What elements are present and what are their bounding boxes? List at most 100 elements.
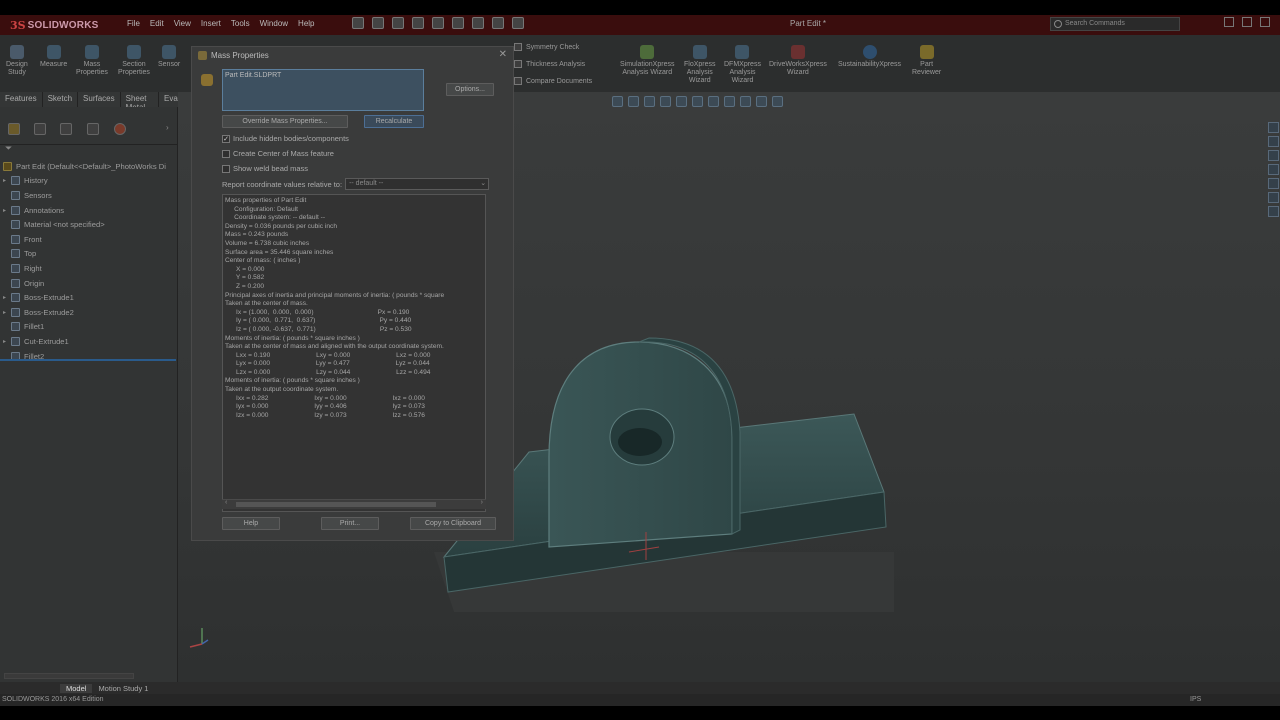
apply-scene-icon[interactable] xyxy=(756,96,767,107)
dimxpert-icon[interactable] xyxy=(87,123,99,135)
floxpress-button[interactable]: FloXpress Analysis Wizard xyxy=(684,45,716,85)
selected-item[interactable]: Part Edit.SLDPRT xyxy=(225,72,281,79)
tree-item-right-plane[interactable]: Right xyxy=(0,261,178,276)
dialog-title-bar[interactable]: Mass Properties xyxy=(192,47,513,65)
undo-icon[interactable] xyxy=(432,17,444,29)
file-explorer-icon[interactable] xyxy=(1267,150,1279,161)
display-style-icon[interactable] xyxy=(708,96,719,107)
tree-item-fillet2[interactable]: Fillet2 xyxy=(0,349,178,364)
appearances-icon[interactable] xyxy=(1267,178,1279,189)
chevron-right-icon[interactable]: › xyxy=(166,123,169,132)
view-orientation-icon[interactable] xyxy=(692,96,703,107)
symmetry-check-button[interactable]: Symmetry Check xyxy=(514,43,579,51)
select-icon[interactable] xyxy=(452,17,464,29)
zoom-to-fit-icon[interactable] xyxy=(612,96,623,107)
zoom-to-area-icon[interactable] xyxy=(628,96,639,107)
expand-icon[interactable]: ▸ xyxy=(3,177,9,184)
tree-item-front-plane[interactable]: Front xyxy=(0,232,178,247)
edit-appearance-icon[interactable] xyxy=(740,96,751,107)
minimize-icon[interactable] xyxy=(1224,17,1234,27)
tree-item-top-plane[interactable]: Top xyxy=(0,247,178,262)
override-mass-properties-button[interactable]: Override Mass Properties... xyxy=(222,115,348,128)
tab-motion-study-1[interactable]: Motion Study 1 xyxy=(92,684,154,693)
design-study-button[interactable]: Design Study xyxy=(6,45,28,77)
tree-item-origin[interactable]: Origin xyxy=(0,276,178,291)
options-gear-icon[interactable] xyxy=(512,17,524,29)
design-library-icon[interactable] xyxy=(1267,136,1279,147)
tree-item-boss-extrude2[interactable]: ▸ Boss-Extrude2 xyxy=(0,305,178,320)
print-icon[interactable] xyxy=(412,17,424,29)
restore-icon[interactable] xyxy=(1242,17,1252,27)
include-hidden-bodies-checkbox[interactable]: ✓ Include hidden bodies/components xyxy=(222,134,349,143)
menu-insert[interactable]: Insert xyxy=(196,19,226,28)
tree-item-boss-extrude1[interactable]: ▸ Boss-Extrude1 xyxy=(0,290,178,305)
selected-items-list[interactable]: Part Edit.SLDPRT xyxy=(222,69,424,111)
menu-tools[interactable]: Tools xyxy=(226,19,255,28)
hide-show-items-icon[interactable] xyxy=(724,96,735,107)
close-icon[interactable]: ✕ xyxy=(499,49,507,60)
recalculate-button[interactable]: Recalculate xyxy=(364,115,424,128)
tree-item-sensors[interactable]: Sensors xyxy=(0,188,178,203)
compare-documents-button[interactable]: Compare Documents xyxy=(514,77,592,85)
expand-icon[interactable]: ▸ xyxy=(3,309,9,316)
print-button[interactable]: Print... xyxy=(321,517,379,530)
tab-model[interactable]: Model xyxy=(60,683,93,693)
expand-icon[interactable]: ▸ xyxy=(3,338,9,345)
create-center-of-mass-checkbox[interactable]: Create Center of Mass feature xyxy=(222,149,334,158)
display-manager-icon[interactable] xyxy=(114,123,126,135)
options-button[interactable]: Options... xyxy=(446,83,494,96)
view-palette-icon[interactable] xyxy=(1267,164,1279,175)
sustainabilityxpress-button[interactable]: SustainabilityXpress xyxy=(838,45,901,69)
rollback-bar[interactable] xyxy=(0,359,176,361)
measure-button[interactable]: Measure xyxy=(40,45,67,69)
thickness-analysis-button[interactable]: Thickness Analysis xyxy=(514,60,585,68)
configuration-manager-icon[interactable] xyxy=(60,123,72,135)
save-icon[interactable] xyxy=(392,17,404,29)
help-button[interactable]: Help xyxy=(222,517,280,530)
tree-item-history[interactable]: ▸ History xyxy=(0,174,178,189)
mass-properties-button[interactable]: Mass Properties xyxy=(76,45,108,77)
property-manager-icon[interactable] xyxy=(34,123,46,135)
simulationxpress-button[interactable]: SimulationXpress Analysis Wizard xyxy=(620,45,674,77)
search-commands-input[interactable]: Search Commands xyxy=(1050,17,1180,31)
tree-item-material[interactable]: Material <not specified> xyxy=(0,217,178,232)
expand-icon[interactable]: ▸ xyxy=(3,294,9,301)
checkbox-icon[interactable] xyxy=(222,164,230,173)
tab-features[interactable]: Features xyxy=(0,92,43,107)
checkbox-checked-icon[interactable]: ✓ xyxy=(222,134,230,143)
dynamic-annotation-icon[interactable] xyxy=(676,96,687,107)
tab-sketch[interactable]: Sketch xyxy=(43,92,79,107)
scroll-right-icon[interactable]: › xyxy=(481,499,483,506)
expand-icon[interactable]: ▸ xyxy=(3,207,9,214)
close-icon[interactable] xyxy=(1260,17,1270,27)
section-view-icon[interactable] xyxy=(660,96,671,107)
view-settings-icon[interactable] xyxy=(772,96,783,107)
tree-item-cut-extrude1[interactable]: ▸ Cut-Extrude1 xyxy=(0,334,178,349)
feature-manager-icon[interactable] xyxy=(8,123,20,135)
3d-part-model[interactable] xyxy=(414,242,1134,682)
status-units[interactable]: IPS xyxy=(1190,694,1201,706)
results-horizontal-scrollbar[interactable]: ‹ › xyxy=(222,499,486,509)
dfmxpress-button[interactable]: DFMXpress Analysis Wizard xyxy=(724,45,761,85)
menu-help[interactable]: Help xyxy=(293,19,319,28)
tree-item-fillet1[interactable]: Fillet1 xyxy=(0,320,178,335)
scroll-thumb[interactable] xyxy=(236,502,436,507)
sensor-button[interactable]: Sensor xyxy=(158,45,180,69)
section-properties-button[interactable]: Section Properties xyxy=(118,45,150,77)
menu-file[interactable]: File xyxy=(122,19,145,28)
mass-properties-results[interactable]: Mass properties of Part Edit Configurati… xyxy=(222,194,486,512)
tree-item-annotations[interactable]: ▸ Annotations xyxy=(0,203,178,218)
show-weld-bead-mass-checkbox[interactable]: Show weld bead mass xyxy=(222,164,308,173)
forum-icon[interactable] xyxy=(1267,206,1279,217)
menu-view[interactable]: View xyxy=(169,19,196,28)
filter-icon[interactable]: ⏷ xyxy=(5,143,12,154)
checkbox-icon[interactable] xyxy=(222,149,230,158)
open-icon[interactable] xyxy=(372,17,384,29)
rebuild-icon[interactable] xyxy=(472,17,484,29)
menu-edit[interactable]: Edit xyxy=(145,19,169,28)
new-document-icon[interactable] xyxy=(352,17,364,29)
part-reviewer-button[interactable]: Part Reviewer xyxy=(912,45,941,77)
coordinate-system-select[interactable]: -- default -- ⌄ xyxy=(345,178,490,190)
file-properties-icon[interactable] xyxy=(492,17,504,29)
tree-item-part[interactable]: Part Edit (Default<<Default>_PhotoWorks … xyxy=(0,159,178,174)
